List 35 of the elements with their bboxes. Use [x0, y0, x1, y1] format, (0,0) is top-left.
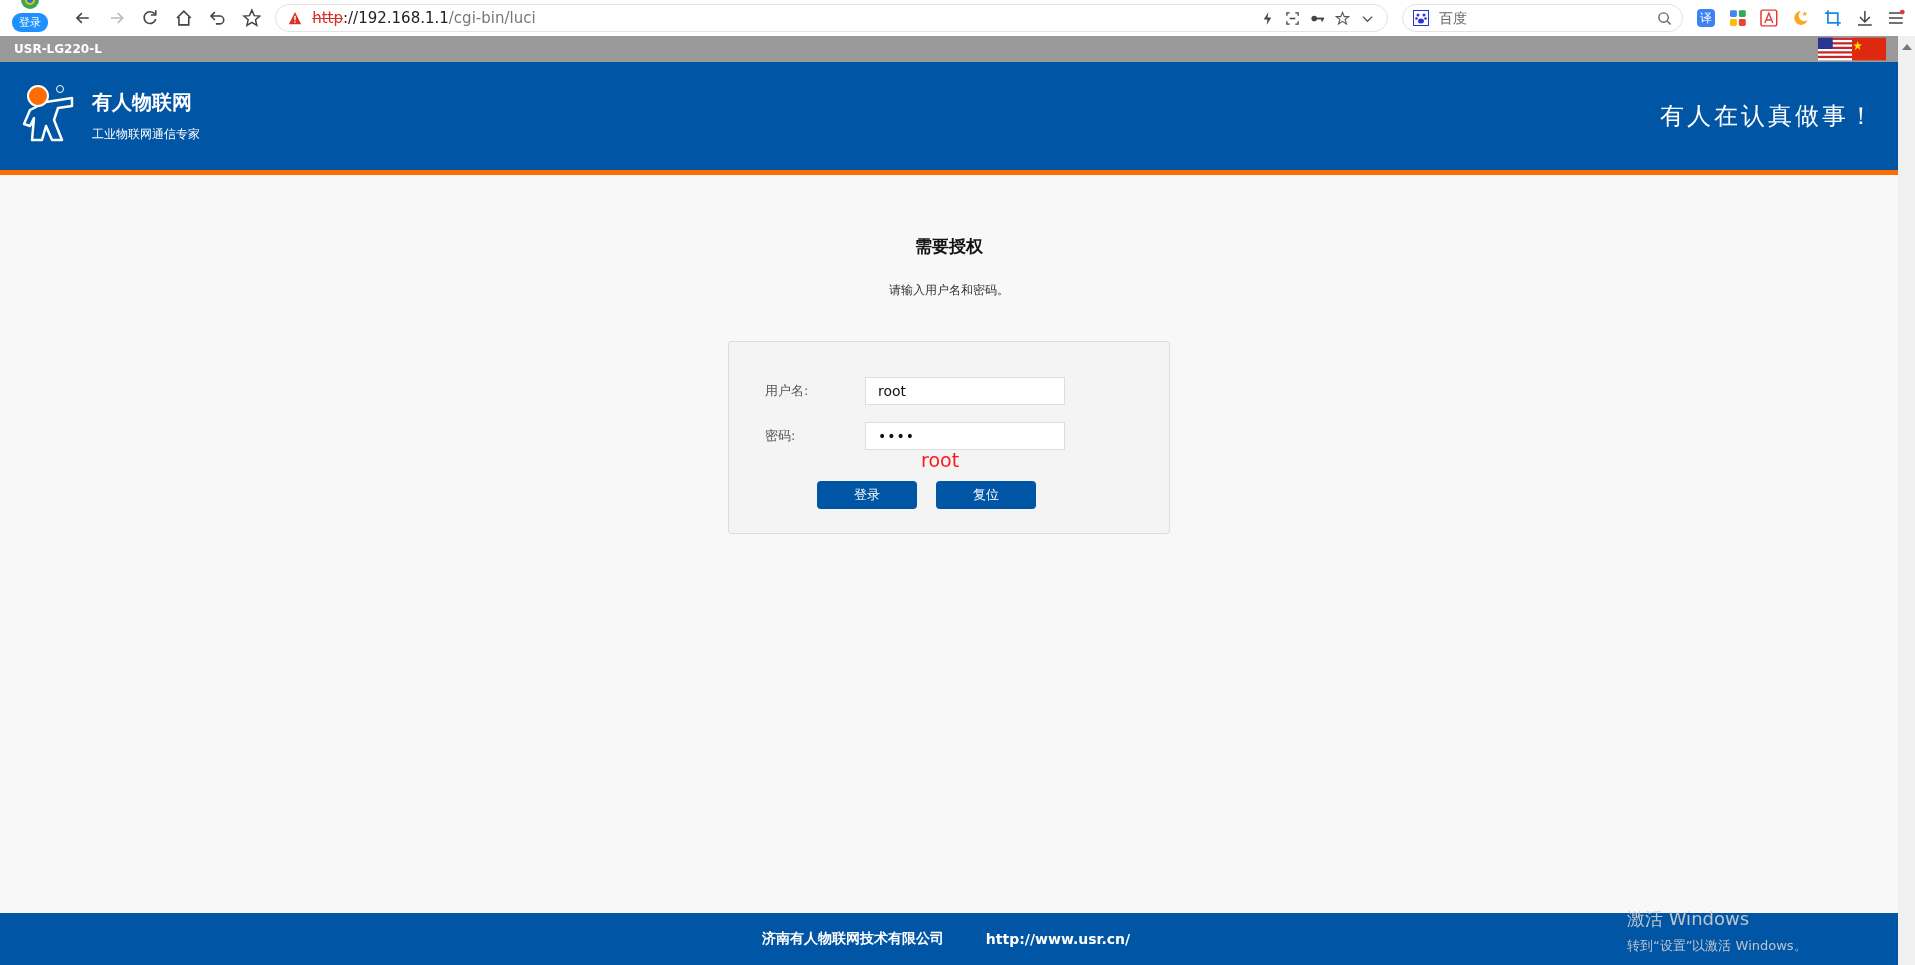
warning-icon: [288, 11, 303, 25]
search-icon[interactable]: [1656, 10, 1672, 26]
us-flag-icon[interactable]: [1818, 37, 1852, 61]
activation-hint: 转到“设置”以激活 Windows。: [1627, 937, 1807, 955]
login-prompt: 请输入用户名和密码。: [889, 282, 1009, 299]
field-label: 密码:: [765, 427, 797, 445]
annotation-text: root: [921, 450, 960, 470]
home-icon[interactable]: [174, 8, 194, 28]
brand-tagline: 工业物联网通信专家: [92, 126, 200, 143]
slogan: 有人在认真做事！: [1660, 101, 1876, 132]
login-button[interactable]: 登录: [817, 481, 917, 509]
brand-name: 有人物联网: [92, 89, 193, 116]
download-icon[interactable]: [1855, 9, 1874, 27]
apps-icon[interactable]: [1728, 9, 1747, 27]
field-label: 用户名:: [765, 382, 810, 400]
website-link[interactable]: http://www.usr.cn/: [985, 931, 1131, 947]
username-field[interactable]: root: [865, 377, 1065, 405]
star-icon[interactable]: [1335, 10, 1351, 26]
url-text: http://192.168.1.1/cgi-bin/luci: [312, 9, 536, 27]
paw-icon: [1413, 10, 1430, 26]
menu-icon[interactable]: [1887, 9, 1905, 27]
reset-button[interactable]: 复位: [936, 481, 1036, 509]
search-field[interactable]: 百度: [1437, 9, 1649, 27]
translate-button[interactable]: 译: [1696, 9, 1715, 27]
scroll-up-icon[interactable]: [1901, 44, 1912, 50]
device-model: USR-LG220-L: [14, 42, 103, 56]
password-field[interactable]: ••••: [865, 422, 1065, 450]
screenshot-icon[interactable]: [1285, 10, 1301, 26]
activation-title: 激活 Windows: [1627, 907, 1751, 931]
page-title: 需要授权: [915, 235, 983, 258]
crop-icon[interactable]: [1823, 9, 1842, 27]
star-icon[interactable]: [241, 8, 262, 28]
scrollbar[interactable]: [1898, 36, 1915, 965]
company-name: 济南有人物联网技术有限公司: [761, 930, 944, 948]
pdf-icon[interactable]: [1760, 9, 1779, 27]
